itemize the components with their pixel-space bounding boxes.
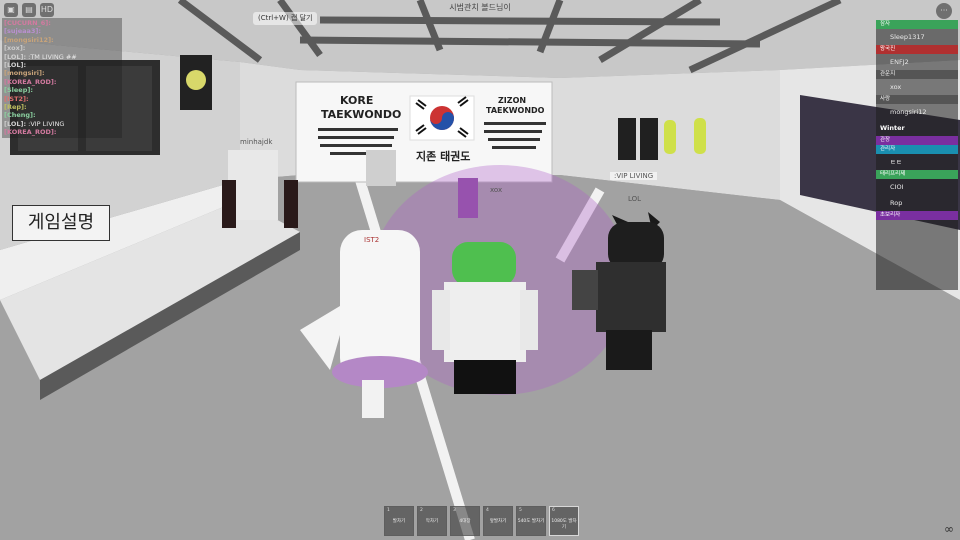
slot-label: 발차기	[392, 519, 406, 524]
slot-number: 3	[453, 508, 456, 513]
chat-message: [Cheng]:	[4, 111, 120, 119]
chat-message: [Sleep]:	[4, 86, 120, 94]
player-list[interactable]: 잠자 Sleep1317 왕국진 ENFJ2 관운지 xox 사랑 mongsiri12 Win…	[876, 20, 958, 290]
game-viewport[interactable]: ▣ ▤ HD 시범관치 볼드님이 (Ctrl+W) 캡 달기 ··· [CUCU…	[0, 0, 960, 540]
chat-sender[interactable]: [KOREA_ROD]:	[4, 128, 56, 136]
chat-message: [LOL]::TM LIVING ##	[4, 53, 120, 61]
player-entry[interactable]: Sleep1317	[876, 29, 958, 45]
nametag-ist: IST2	[364, 236, 380, 244]
slot-label: 막차기	[425, 519, 439, 524]
place-title: 시범관치 볼드님이	[449, 3, 511, 12]
game-scene[interactable]	[0, 0, 960, 540]
team-header: 잠자	[876, 20, 958, 29]
chat-sender[interactable]: [sujeaa3]:	[4, 27, 41, 35]
banner-left-subtitle: TAEKWONDO	[321, 108, 402, 121]
hotbar-slot[interactable]: 6 1080도 발차기	[549, 506, 579, 536]
team-header: 관운지	[876, 70, 958, 79]
chat-message: [LOL]::VIP LIVING	[4, 120, 120, 128]
slot-label: 앞발차기	[489, 519, 507, 524]
team-header: 왕국진	[876, 45, 958, 54]
chat-message: [KOREA_ROD]:	[4, 78, 120, 86]
chat-sender[interactable]: [Rep]:	[4, 103, 27, 111]
infinity-icon: ∞	[944, 522, 954, 536]
chat-sender[interactable]: [LOL]:	[4, 61, 26, 69]
chat-sender[interactable]: [mongsiri]:	[4, 69, 45, 77]
banner-right-subtitle: TAEKWONDO	[486, 106, 545, 115]
chat-message: [KOREA_ROD]:	[4, 128, 120, 136]
slot-number: 6	[552, 508, 555, 513]
roblox-menu-icon[interactable]: ▣	[4, 3, 18, 17]
hotbar-slot[interactable]: 2 막차기	[417, 506, 447, 536]
chat-message: [mongsiri12]:	[4, 36, 120, 44]
slot-label: 1080도 발차기	[551, 519, 577, 530]
game-description-button[interactable]: 게임설명	[12, 205, 110, 241]
chat-message: [Rep]:	[4, 103, 120, 111]
hotbar-slot[interactable]: 1 발차기	[384, 506, 414, 536]
korean-flag	[409, 95, 475, 141]
nametag-lol: LOL	[628, 195, 642, 203]
slot-label: 540도 발차기	[517, 519, 545, 524]
player-entry[interactable]: mongsiri12	[876, 104, 958, 120]
chat-sender[interactable]: [Sleep]:	[4, 86, 33, 94]
slot-number: 2	[420, 508, 423, 513]
chat-text: :VIP LIVING	[28, 119, 65, 128]
chat-sender[interactable]: [IST2]:	[4, 95, 29, 103]
hd-icon[interactable]: HD	[40, 3, 54, 17]
chat-message: [LOL]:	[4, 61, 120, 69]
poster-emblem	[186, 70, 206, 90]
team-header: 관장	[876, 136, 958, 145]
player-entry[interactable]: ㅌㅌ	[876, 154, 958, 170]
banner-center-text: 지존 태권도	[416, 150, 471, 163]
nametag-minha: minhajdk	[240, 138, 273, 146]
chat-shortcut-hint[interactable]: (Ctrl+W) 캡 달기	[253, 12, 318, 25]
slot-number: 4	[486, 508, 489, 513]
player-entry[interactable]: ENFJ2	[876, 54, 958, 70]
player-entry[interactable]: xox	[876, 79, 958, 95]
slot-label: 4대장	[459, 519, 471, 524]
chat-sender[interactable]: [xox]:	[4, 44, 25, 52]
chat-window[interactable]: [CUCURN_6]: [sujeaa3]: [mongsiri12]: [xox]:…	[2, 18, 122, 138]
hotbar-slot[interactable]: 3 4대장	[450, 506, 480, 536]
chat-icon[interactable]: ▤	[22, 3, 36, 17]
slot-number: 1	[387, 508, 390, 513]
banner-right-title: ZIZON	[498, 96, 527, 105]
player-entry[interactable]: Winter	[876, 120, 958, 136]
chat-message: [xox]:	[4, 44, 120, 52]
hotbar[interactable]: 1 발차기 2 막차기 3 4대장 4 앞발차기 5 540도 발차기 6 1080도 발차기	[384, 506, 579, 538]
chat-sender[interactable]: [KOREA_ROD]:	[4, 78, 56, 86]
slot-number: 5	[519, 508, 522, 513]
chat-sender[interactable]: [Cheng]:	[4, 111, 36, 119]
chat-message: [sujeaa3]:	[4, 27, 120, 35]
nametag-xox: xox	[490, 186, 503, 194]
team-header: 사랑	[876, 95, 958, 104]
chat-text: :TM LIVING ##	[28, 52, 77, 61]
hotbar-slot[interactable]: 5 540도 발차기	[516, 506, 546, 536]
hotbar-slot[interactable]: 4 앞발차기	[483, 506, 513, 536]
nametag-vip: :VIP LIVING	[610, 172, 658, 180]
chat-message: [IST2]:	[4, 95, 120, 103]
chat-message: [mongsiri]:	[4, 69, 120, 77]
team-header: 관리자	[876, 145, 958, 154]
chat-sender[interactable]: [LOL]:	[4, 120, 26, 128]
team-header: 초보리자	[876, 211, 958, 220]
chat-sender[interactable]: [CUCURN_6]:	[4, 19, 51, 27]
banner-left-title: KORE	[340, 94, 374, 107]
chat-sender[interactable]: [mongsiri12]:	[4, 36, 54, 44]
player-entry[interactable]: CIOI	[876, 179, 958, 195]
more-menu-button[interactable]: ···	[936, 3, 952, 19]
team-header: 태리프리제	[876, 170, 958, 179]
player-entry[interactable]: Rop	[876, 195, 958, 211]
chat-message: [CUCURN_6]:	[4, 19, 120, 27]
chat-sender[interactable]: [LOL]:	[4, 53, 26, 61]
